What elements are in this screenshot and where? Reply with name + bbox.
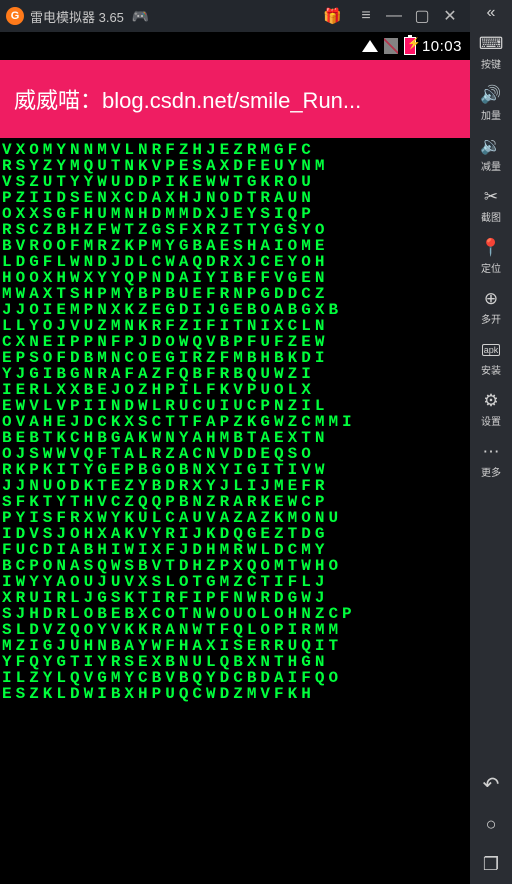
emulator-titlebar: G 雷电模拟器 3.65 🎮 🎁 ≡ — ▢ ✕ [0,0,470,32]
app-logo-icon: G [6,7,24,25]
apk-icon: apk [470,340,512,360]
emulator-sidebar: « 按键加量减量截图定位多开 apk 安装设置更多 [470,0,512,884]
nav-home-button[interactable] [470,804,512,844]
battery-charging-icon: ⚡ [404,37,416,55]
sidebar-tool-multi[interactable]: 多开 [470,283,512,334]
sidebar-tool-apk[interactable]: apk 安装 [470,334,512,385]
menu-button[interactable]: ≡ [352,7,380,25]
close-button[interactable]: ✕ [436,6,464,26]
sidebar-tool-vol-dn[interactable]: 减量 [470,130,512,181]
sidebar-tool-gear[interactable]: 设置 [470,385,512,436]
nav-recent-button[interactable] [470,844,512,884]
clock-text: 10:03 [422,38,462,55]
android-statusbar: ⚡ 10:03 [0,32,470,60]
minimize-button[interactable]: — [380,7,408,25]
header-title: 威威喵：blog.csdn.net/smile_Run... [14,83,361,115]
sidebar-tool-label: 更多 [470,464,512,479]
gamepad-icon: 🎮 [132,8,149,25]
gear-icon [470,391,512,411]
sidebar-tool-label: 多开 [470,311,512,326]
sidebar-tool-label: 按键 [470,56,512,71]
nav-back-button[interactable] [470,764,512,804]
sidebar-tool-cut[interactable]: 截图 [470,181,512,232]
more-icon [470,442,512,462]
recent-apps-icon [483,854,499,875]
sidebar-tool-label: 设置 [470,413,512,428]
kbd-icon [470,34,512,54]
matrix-text-area: VXOMYNNMVLNRFZHJEZRMGFC RSYZYMQUTNKVPESA… [0,138,470,884]
vol-up-icon [470,85,512,105]
gift-icon[interactable]: 🎁 [323,7,342,25]
wifi-icon [362,40,378,52]
sidebar-collapse-icon[interactable]: « [487,4,496,28]
sidebar-tool-more[interactable]: 更多 [470,436,512,487]
app-header: 威威喵：blog.csdn.net/smile_Run... [0,60,470,138]
sidebar-tool-label: 定位 [470,260,512,275]
vol-dn-icon [470,136,512,156]
maximize-button[interactable]: ▢ [408,6,436,26]
app-title: 雷电模拟器 3.65 [30,7,124,26]
sidebar-tool-label: 减量 [470,158,512,173]
pin-icon [470,238,512,258]
sidebar-tool-kbd[interactable]: 按键 [470,28,512,79]
multi-icon [470,289,512,309]
sidebar-tool-pin[interactable]: 定位 [470,232,512,283]
no-sim-icon [384,38,398,54]
sidebar-tool-vol-up[interactable]: 加量 [470,79,512,130]
back-icon [483,772,500,797]
home-icon [486,814,497,835]
sidebar-tool-label: 安装 [470,362,512,377]
sidebar-tool-label: 截图 [470,209,512,224]
sidebar-tool-label: 加量 [470,107,512,122]
cut-icon [470,187,512,207]
